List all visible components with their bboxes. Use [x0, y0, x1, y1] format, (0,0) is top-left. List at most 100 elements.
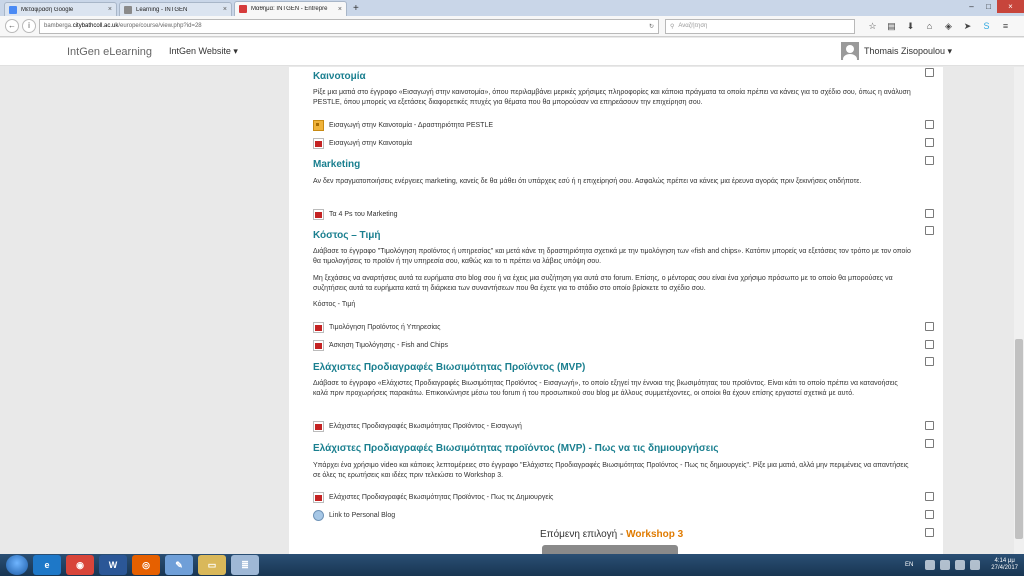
section-title[interactable]: Καινοτομία [313, 71, 366, 82]
info-icon[interactable]: i [22, 19, 36, 33]
volume-icon[interactable] [970, 560, 981, 570]
notepad-taskbar-icon[interactable]: ≣ [231, 555, 259, 575]
system-tray: EN 4:14 μμ 27/4/2017 [905, 554, 1018, 576]
completion-checkbox[interactable] [925, 357, 934, 366]
new-tab-button[interactable]: + [353, 2, 359, 16]
pdf-icon [313, 340, 324, 351]
tab-bar: Μετάφραση Google × Learning - INTGEN × Μ… [0, 0, 1024, 16]
section-summary: Διάβασε το έγγραφο "Τιμολόγηση προϊόντος… [313, 248, 911, 265]
resource-link[interactable]: Τα 4 Ps του Marketing [313, 209, 398, 220]
browser-tab-google-translate[interactable]: Μετάφραση Google × [4, 2, 117, 16]
tray-icon[interactable] [940, 560, 951, 570]
section-nav-button[interactable] [542, 545, 678, 554]
reading-list-icon[interactable]: ▤ [882, 21, 901, 32]
completion-checkbox[interactable] [925, 510, 934, 519]
completion-checkbox[interactable] [925, 209, 934, 218]
resource-link[interactable]: Link to Personal Blog [313, 510, 395, 521]
globe-icon [313, 510, 324, 521]
close-window-button[interactable]: × [997, 0, 1024, 13]
page-favicon [124, 5, 132, 14]
explorer-taskbar-icon[interactable]: e [33, 555, 61, 575]
tray-icon[interactable] [925, 560, 936, 570]
scrollbar-thumb[interactable] [1015, 339, 1023, 539]
home-icon[interactable]: ⌂ [920, 21, 939, 32]
url-prefix: bamberga. [44, 23, 73, 29]
resource-link[interactable]: Εισαγωγή στην Καινοτομία [313, 138, 412, 149]
site-brand[interactable]: IntGen eLearning [67, 46, 152, 58]
completion-checkbox[interactable] [925, 138, 934, 147]
page-content: Καινοτομία Ρίξε μια ματιά στο έγγραφο «Ε… [0, 67, 1024, 554]
site-menu-dropdown[interactable]: IntGen Website ▾ [169, 46, 238, 57]
completion-checkbox[interactable] [925, 156, 934, 165]
close-tab-icon[interactable]: × [108, 6, 112, 13]
reload-icon[interactable]: ↻ [649, 23, 654, 30]
avatar [840, 42, 859, 60]
tab-label: Learning - INTGEN [136, 6, 188, 13]
browser-tab-course[interactable]: Μάθημα: INTGEN - Entrepre × [234, 1, 347, 16]
section-title[interactable]: Ελάχιστες Προδιαγραφές Βιωσιμότητας Προϊ… [313, 362, 585, 373]
back-button[interactable]: ← [5, 19, 19, 33]
section-title[interactable]: Marketing [313, 159, 360, 170]
folder-taskbar-icon[interactable]: ▭ [198, 555, 226, 575]
pdf-icon [313, 322, 324, 333]
resource-label: Άσκηση Τιμολόγησης - Fish and Chips [329, 342, 448, 349]
completion-checkbox[interactable] [925, 226, 934, 235]
pdf-icon [313, 421, 324, 432]
next-section-link[interactable]: Επόμενη επιλογή - Workshop 3 [540, 529, 683, 540]
resource-link[interactable]: Τιμολόγηση Προϊόντος ή Υπηρεσίας [313, 322, 440, 333]
section-summary: Υπάρχει ένα χρήσιμο video και κάποιες λε… [313, 462, 909, 479]
address-bar[interactable]: bamberga. citybathcoll.ac.uk/europe/cours… [39, 18, 659, 34]
clock-date: 27/4/2017 [991, 565, 1018, 571]
toolbar-icons: ☆ ▤ ⬇ ⌂ ◈ ➤ S ≡ [863, 21, 1015, 32]
completion-checkbox[interactable] [925, 120, 934, 129]
section-title[interactable]: Ελάχιστες Προδιαγραφές Βιωσιμότητας προϊ… [313, 443, 718, 454]
completion-checkbox[interactable] [925, 528, 934, 537]
window-controls: – □ × [963, 0, 1024, 13]
resource-link[interactable]: Ελάχιστες Προδιαγραφές Βιωσιμότητας Προϊ… [313, 421, 522, 432]
resource-link[interactable]: Εισαγωγή στην Καινοτομία - Δραστηριότητα… [313, 120, 493, 131]
search-input[interactable]: ⚲ Αναζήτηση [665, 18, 855, 34]
completion-checkbox[interactable] [925, 421, 934, 430]
user-menu[interactable]: Thomais Zisopoulou ▾ [840, 42, 952, 60]
section-summary: Διάβασε το έγγραφο «Ελάχιστες Προδιαγραφ… [313, 380, 898, 397]
close-tab-icon[interactable]: × [338, 6, 342, 13]
url-host: citybathcoll.ac.uk [72, 23, 119, 29]
skype-icon[interactable]: S [977, 21, 996, 32]
firefox-taskbar-icon[interactable]: ◎ [132, 555, 160, 575]
download-icon[interactable]: ⬇ [901, 21, 920, 32]
word-taskbar-icon[interactable]: W [99, 555, 127, 575]
browser-tab-learning[interactable]: Learning - INTGEN × [119, 2, 232, 16]
completion-checkbox[interactable] [925, 492, 934, 501]
maximize-button[interactable]: □ [980, 0, 997, 13]
minimize-button[interactable]: – [963, 0, 980, 13]
resource-label: Ελάχιστες Προδιαγραφές Βιωσιμότητας Προϊ… [329, 423, 522, 430]
paint-taskbar-icon[interactable]: ✎ [165, 555, 193, 575]
pocket-icon[interactable]: ◈ [939, 21, 958, 32]
send-icon[interactable]: ➤ [958, 21, 977, 32]
resource-link[interactable]: Άσκηση Τιμολόγησης - Fish and Chips [313, 340, 448, 351]
completion-checkbox[interactable] [925, 322, 934, 331]
next-target: Workshop 3 [626, 529, 684, 540]
language-indicator[interactable]: EN [905, 562, 913, 568]
resource-link[interactable]: Ελάχιστες Προδιαγραφές Βιωσιμότητας Προϊ… [313, 492, 553, 503]
tab-label: Μετάφραση Google [21, 6, 74, 13]
scrollbar[interactable] [1014, 67, 1024, 554]
start-button[interactable] [6, 555, 28, 575]
section-subtitle: Κόστος - Τιμή [313, 301, 356, 308]
next-prefix: Επόμενη επιλογή - [540, 529, 627, 540]
tab-label: Μάθημα: INTGEN - Entrepre [251, 6, 328, 12]
close-tab-icon[interactable]: × [223, 6, 227, 13]
section-title[interactable]: Κόστος – Τιμή [313, 230, 381, 241]
completion-checkbox[interactable] [925, 340, 934, 349]
site-header: IntGen eLearning IntGen Website ▾ Thomai… [0, 38, 1024, 66]
completion-checkbox[interactable] [925, 439, 934, 448]
menu-icon[interactable]: ≡ [996, 21, 1015, 32]
resource-label: Τιμολόγηση Προϊόντος ή Υπηρεσίας [329, 324, 441, 331]
completion-checkbox[interactable] [925, 68, 934, 77]
network-icon[interactable] [955, 560, 966, 570]
resource-label: Εισαγωγή στην Καινοτομία [329, 140, 412, 147]
google-translate-favicon [9, 5, 17, 14]
chrome-taskbar-icon[interactable]: ◉ [66, 555, 94, 575]
bookmark-star-icon[interactable]: ☆ [863, 21, 882, 32]
clock[interactable]: 4:14 μμ 27/4/2017 [991, 558, 1018, 572]
